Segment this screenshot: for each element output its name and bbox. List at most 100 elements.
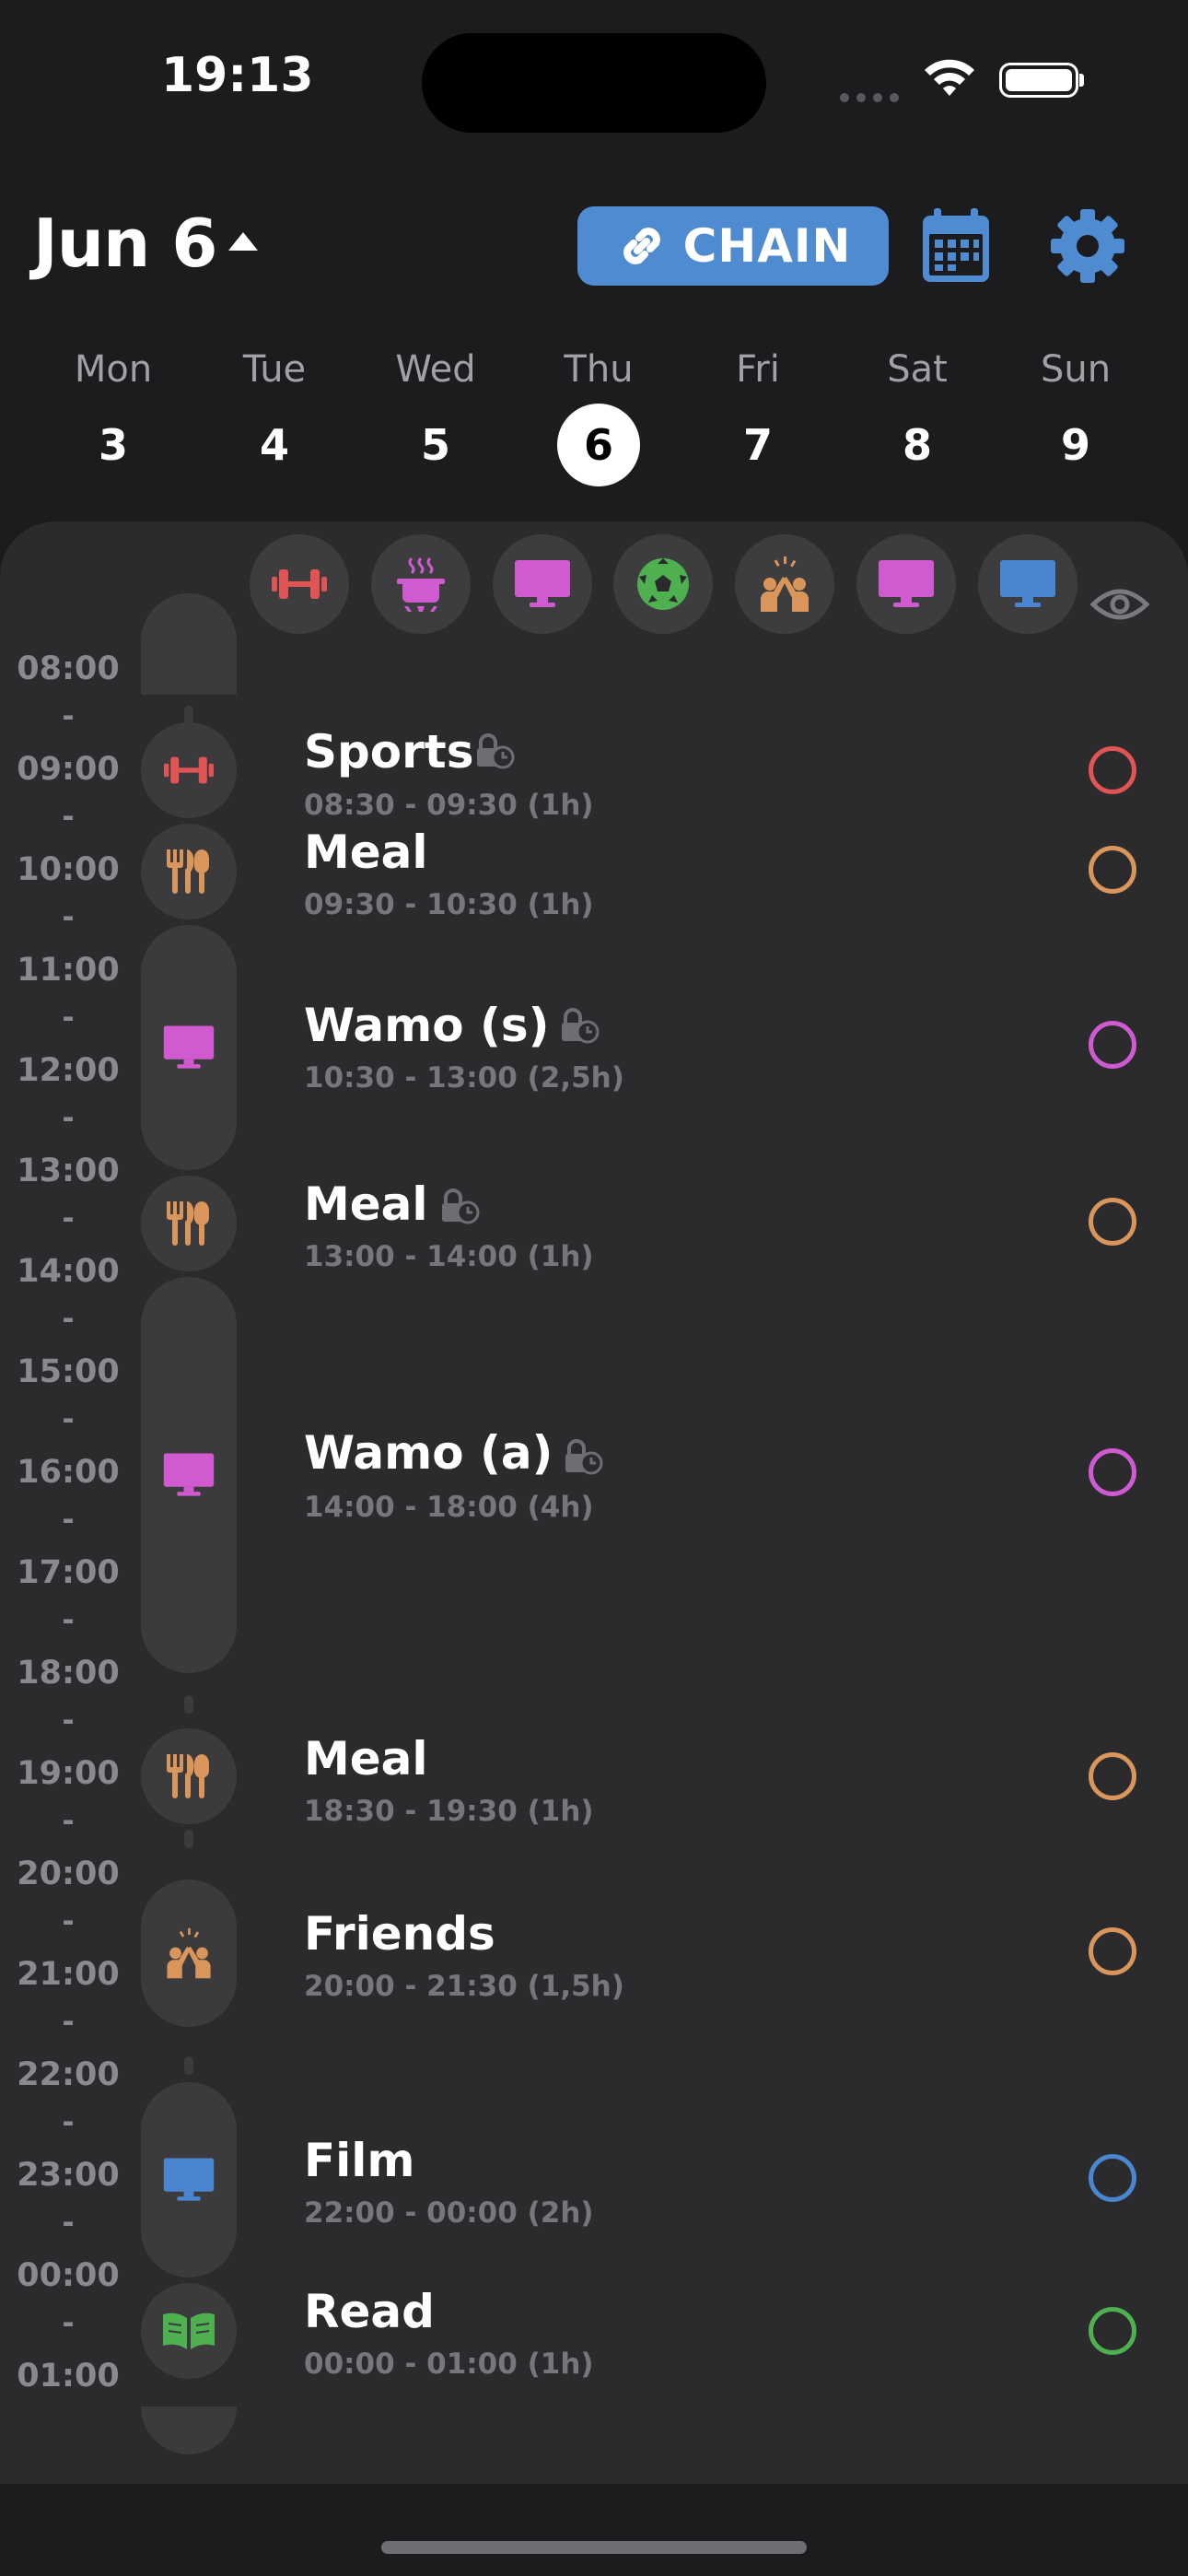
filter-friends[interactable] bbox=[735, 534, 834, 634]
event-time: 22:00 - 00:00 (2h) bbox=[304, 2196, 594, 2230]
day-number: 7 bbox=[742, 420, 773, 470]
status-time: 19:13 bbox=[161, 48, 314, 103]
event-title[interactable]: Sports bbox=[304, 725, 473, 779]
event-icon-pill[interactable] bbox=[141, 2082, 237, 2277]
hour-label: 22:00 bbox=[17, 2056, 120, 2093]
link-icon bbox=[623, 228, 660, 264]
event-title[interactable]: Read bbox=[304, 2285, 435, 2338]
event-icon-pill[interactable] bbox=[141, 2283, 237, 2379]
high-five-icon bbox=[167, 1927, 211, 1979]
cellular-signal-icon bbox=[840, 88, 906, 106]
event-time: 09:30 - 10:30 (1h) bbox=[304, 888, 594, 921]
event-icon-pill[interactable] bbox=[141, 824, 237, 919]
battery-icon bbox=[999, 63, 1078, 98]
day-fri[interactable]: Fri 7 bbox=[693, 348, 822, 486]
hour-dash: - bbox=[62, 1200, 75, 1235]
hour-dash: - bbox=[62, 799, 75, 834]
hour-label: 01:00 bbox=[17, 2358, 120, 2395]
event-complete-checkbox[interactable] bbox=[1089, 746, 1136, 794]
chain-button[interactable]: CHAIN bbox=[577, 206, 889, 286]
filter-film[interactable] bbox=[978, 534, 1077, 634]
cutlery-icon bbox=[167, 1201, 209, 1246]
day-number: 3 bbox=[98, 420, 128, 470]
day-mon[interactable]: Mon 3 bbox=[49, 348, 178, 486]
event-complete-checkbox[interactable] bbox=[1089, 1927, 1136, 1975]
event-icon-pill[interactable] bbox=[141, 722, 237, 818]
cutlery-icon bbox=[167, 849, 209, 894]
hour-dash: - bbox=[62, 1703, 75, 1738]
hour-label: 09:00 bbox=[17, 751, 120, 788]
event-title[interactable]: Wamo (s) bbox=[304, 999, 549, 1052]
chevron-up-icon[interactable] bbox=[228, 232, 258, 251]
hour-label: 23:00 bbox=[17, 2157, 120, 2194]
hour-label: 16:00 bbox=[17, 1454, 120, 1491]
home-indicator[interactable] bbox=[381, 2541, 807, 2554]
event-icon-pill[interactable] bbox=[141, 1277, 237, 1673]
hour-dash: - bbox=[62, 1401, 75, 1436]
eye-icon[interactable] bbox=[1090, 586, 1149, 623]
day-sat[interactable]: Sat 8 bbox=[853, 348, 982, 486]
event-icon-pill[interactable] bbox=[141, 925, 237, 1170]
event-complete-checkbox[interactable] bbox=[1089, 1752, 1136, 1800]
lock-clock-icon bbox=[477, 733, 515, 769]
hour-label: 11:00 bbox=[17, 952, 120, 989]
hour-label: 18:00 bbox=[17, 1655, 120, 1692]
event-complete-checkbox[interactable] bbox=[1089, 1448, 1136, 1496]
day-number: 6 bbox=[557, 404, 640, 486]
hour-dash: - bbox=[62, 1903, 75, 1938]
lock-clock-icon bbox=[562, 1008, 600, 1044]
event-title[interactable]: Friends bbox=[304, 1907, 495, 1961]
event-complete-checkbox[interactable] bbox=[1089, 1021, 1136, 1069]
dumbbell-icon bbox=[272, 569, 327, 599]
event-time: 14:00 - 18:00 (4h) bbox=[304, 1491, 594, 1524]
day-thu-selected[interactable]: Thu 6 bbox=[534, 348, 663, 486]
timeline-connector bbox=[184, 2056, 193, 2075]
event-complete-checkbox[interactable] bbox=[1089, 1198, 1136, 1246]
event-title[interactable]: Wamo (a) bbox=[304, 1426, 553, 1480]
event-title[interactable]: Film bbox=[304, 2134, 415, 2187]
hour-label: 08:00 bbox=[17, 650, 120, 687]
hour-label: 13:00 bbox=[17, 1153, 120, 1189]
chain-label: CHAIN bbox=[682, 219, 852, 273]
event-title[interactable]: Meal bbox=[304, 1177, 428, 1231]
filter-work-2[interactable] bbox=[856, 534, 956, 634]
timeline-start-cap bbox=[141, 593, 237, 695]
filter-sports[interactable] bbox=[250, 534, 349, 634]
hour-label: 00:00 bbox=[17, 2257, 120, 2294]
day-name: Thu bbox=[564, 348, 634, 391]
event-title[interactable]: Meal bbox=[304, 1732, 428, 1786]
gear-icon[interactable] bbox=[1050, 208, 1125, 284]
day-name: Wed bbox=[395, 348, 476, 391]
monitor-icon bbox=[163, 2158, 215, 2201]
hour-dash: - bbox=[62, 698, 75, 733]
event-icon-pill[interactable] bbox=[141, 1879, 237, 2027]
day-wed[interactable]: Wed 5 bbox=[371, 348, 500, 486]
hour-dash: - bbox=[62, 1803, 75, 1838]
event-title[interactable]: Meal bbox=[304, 825, 428, 879]
high-five-icon bbox=[761, 556, 809, 612]
filter-football[interactable] bbox=[613, 534, 713, 634]
dynamic-island bbox=[422, 33, 766, 133]
event-complete-checkbox[interactable] bbox=[1089, 846, 1136, 894]
event-time: 08:30 - 09:30 (1h) bbox=[304, 789, 594, 822]
event-time: 00:00 - 01:00 (1h) bbox=[304, 2348, 594, 2381]
cooking-pot-icon bbox=[397, 556, 445, 612]
dumbbell-icon bbox=[164, 756, 214, 784]
event-icon-pill[interactable] bbox=[141, 1176, 237, 1271]
day-number: 4 bbox=[259, 420, 289, 470]
calendar-icon[interactable] bbox=[921, 208, 991, 284]
filter-cooking[interactable] bbox=[371, 534, 471, 634]
event-complete-checkbox[interactable] bbox=[1089, 2307, 1136, 2355]
event-icon-pill[interactable] bbox=[141, 1728, 237, 1824]
monitor-icon bbox=[879, 560, 934, 607]
event-complete-checkbox[interactable] bbox=[1089, 2154, 1136, 2202]
day-tue[interactable]: Tue 4 bbox=[210, 348, 339, 486]
month-date-title[interactable]: Jun 6 bbox=[33, 205, 217, 282]
week-strip: Mon 3 Tue 4 Wed 5 Thu 6 Fri 7 Sat 8 Sun 9 bbox=[0, 348, 1188, 496]
monitor-icon bbox=[1000, 560, 1055, 607]
cutlery-icon bbox=[167, 1754, 209, 1798]
day-number: 5 bbox=[420, 420, 450, 470]
day-sun[interactable]: Sun 9 bbox=[1011, 348, 1140, 486]
hour-label: 20:00 bbox=[17, 1856, 120, 1892]
filter-work[interactable] bbox=[493, 534, 592, 634]
